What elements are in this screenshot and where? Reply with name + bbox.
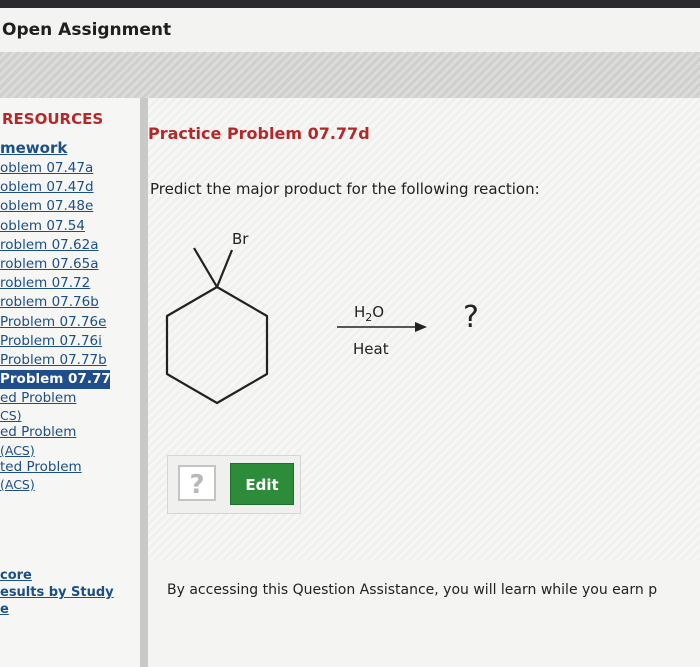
sidebar-item-guided-problem-1-source[interactable]: CS) [0,408,140,423]
reaction-arrow [337,322,427,332]
methyl-bond [193,247,218,288]
sidebar-item-problem-07-77d[interactable]: Problem 07.77d [0,370,110,390]
sidebar-item-guided-problem-2[interactable]: ed Problem [0,423,140,442]
problem-title: Practice Problem 07.77d [148,124,370,143]
sidebar-item-problem-07-76e[interactable]: Problem 07.76e [0,313,140,332]
sidebar-item-problem-07-54[interactable]: oblem 07.54 [0,217,140,236]
sidebar-item-problem-07-72[interactable]: roblem 07.72 [0,274,140,293]
reagent-heat: Heat [353,340,389,358]
browser-top-bar [0,0,700,8]
sidebar-nav: mework oblem 07.47a oblem 07.47d oblem 0… [0,137,140,492]
sidebar-item-problem-07-77b[interactable]: Problem 07.77b [0,351,140,370]
sidebar-item-guided-problem-3-source[interactable]: (ACS) [0,477,140,492]
sidebar-item-problem-07-65a[interactable]: roblem 07.65a [0,255,140,274]
page-header: Open Assignment [0,8,700,52]
sidebar-item-problem-07-62a[interactable]: roblem 07.62a [0,236,140,255]
assistance-notice: By accessing this Question Assistance, y… [167,582,658,598]
bromine-label: Br [232,230,249,248]
sidebar-item-problem-07-76b[interactable]: roblem 07.76b [0,293,140,312]
sidebar-item-problem-07-48e[interactable]: oblem 07.48e [0,197,140,216]
reagent-water-h: H [354,303,366,321]
resources-heading: RESOURCES [2,110,104,128]
help-button[interactable]: ? [178,465,216,501]
sidebar-item-guided-problem-2-source[interactable]: (ACS) [0,443,140,458]
sidebar-item-problem-07-76i[interactable]: Problem 07.76i [0,332,140,351]
sidebar-item-problem-07-47a[interactable]: oblem 07.47a [0,159,140,178]
sidebar-item-homework[interactable]: mework [0,137,140,159]
cyclohexane-ring [165,285,269,405]
product-placeholder: ? [463,300,479,335]
reagent-water-o: O [372,303,385,321]
sidebar-divider [140,98,148,667]
reactant-structure: Br [165,230,269,405]
page-title: Open Assignment [2,20,172,40]
sidebar-bottom-nav: core esults by Study e [0,567,140,618]
sidebar-item-guided-problem-3[interactable]: ted Problem [0,458,140,477]
problem-prompt: Predict the major product for the follow… [150,180,540,198]
header-band [0,52,700,98]
assistance-panel [148,560,700,667]
sidebar-item-problem-07-47d[interactable]: oblem 07.47d [0,178,140,197]
sidebar-item-results-by-study[interactable]: esults by Study [0,584,140,601]
bromine-bond [215,249,234,288]
sidebar-item-more[interactable]: e [0,601,140,618]
sidebar-item-score[interactable]: core [0,567,140,584]
edit-button[interactable]: Edit [230,463,294,505]
sidebar-item-guided-problem-1[interactable]: ed Problem [0,389,140,408]
